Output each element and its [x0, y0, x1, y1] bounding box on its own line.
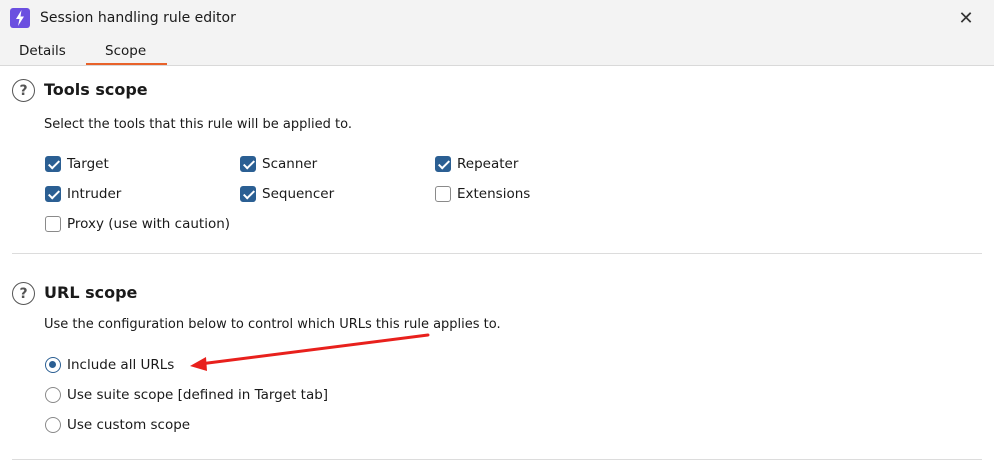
annotation-arrow-icon	[190, 333, 430, 371]
